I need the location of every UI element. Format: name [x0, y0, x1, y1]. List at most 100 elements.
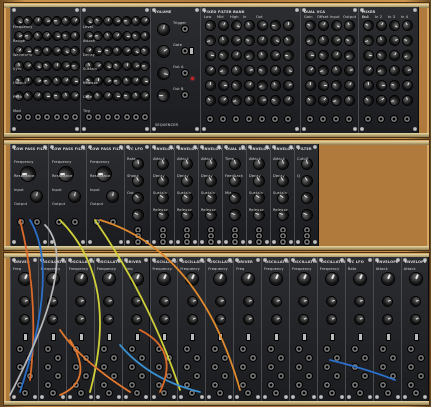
sequencer-knob[interactable]: [92, 90, 105, 102]
filter-knob[interactable]: [401, 64, 413, 76]
sequencer-knob[interactable]: [41, 60, 53, 72]
patch-jack[interactable]: [295, 382, 302, 388]
envelope-knob[interactable]: [131, 208, 145, 222]
resonance-knob[interactable]: [67, 189, 81, 203]
filter-knob[interactable]: [330, 94, 342, 106]
range-switch[interactable]: [385, 333, 391, 341]
range-switch[interactable]: [274, 333, 280, 341]
sequencer-knob[interactable]: [52, 91, 62, 101]
filter-knob[interactable]: [305, 80, 315, 90]
patch-jack[interactable]: [100, 382, 107, 388]
filter-knob[interactable]: [242, 18, 256, 32]
patch-jack[interactable]: [407, 346, 414, 352]
sequencer-knob[interactable]: [42, 76, 53, 86]
sequencer-knob[interactable]: [52, 16, 62, 26]
filter-knob[interactable]: [375, 34, 387, 46]
patch-jack[interactable]: [304, 239, 310, 245]
patch-jack[interactable]: [72, 346, 79, 352]
filter-knob[interactable]: [282, 64, 294, 76]
range-switch[interactable]: [301, 333, 307, 341]
patch-jack[interactable]: [250, 355, 257, 361]
patch-jack[interactable]: [184, 364, 191, 370]
filter-knob[interactable]: [304, 34, 316, 46]
filter-knob[interactable]: [329, 48, 343, 62]
filter-knob[interactable]: [303, 93, 317, 107]
patch-jack[interactable]: [110, 373, 117, 379]
patch-jack[interactable]: [16, 382, 23, 388]
fine-tune-knob[interactable]: [158, 295, 171, 307]
patch-jack[interactable]: [222, 355, 229, 361]
oscillator-frequency-knob[interactable]: [17, 271, 33, 287]
sequencer-knob[interactable]: [71, 76, 80, 86]
sequencer-knob[interactable]: [32, 75, 43, 87]
control-knob[interactable]: [156, 66, 170, 80]
range-switch[interactable]: [50, 333, 56, 341]
filter-knob[interactable]: [283, 50, 293, 60]
filter-knob[interactable]: [361, 18, 375, 32]
sequencer-knob[interactable]: [111, 30, 123, 42]
filter-knob[interactable]: [229, 48, 243, 62]
patch-jack[interactable]: [256, 239, 262, 245]
patch-jack[interactable]: [156, 364, 163, 370]
sequencer-knob[interactable]: [131, 31, 141, 41]
patch-jack[interactable]: [259, 116, 265, 122]
patch-jack[interactable]: [417, 355, 424, 361]
sequencer-knob[interactable]: [122, 16, 132, 26]
envelope-knob[interactable]: [300, 174, 314, 188]
patch-jack[interactable]: [182, 26, 188, 32]
fine-tune-knob[interactable]: [74, 295, 87, 307]
fine-tune-knob[interactable]: [326, 295, 338, 307]
waveform-knob[interactable]: [46, 312, 59, 326]
sequencer-knob[interactable]: [112, 46, 123, 56]
patch-jack[interactable]: [278, 355, 285, 361]
filter-knob[interactable]: [401, 94, 413, 106]
patch-jack[interactable]: [123, 114, 130, 120]
patch-jack[interactable]: [160, 239, 166, 245]
patch-jack[interactable]: [389, 355, 396, 361]
patch-jack[interactable]: [351, 364, 358, 370]
sequencer-knob[interactable]: [103, 16, 113, 26]
filter-knob[interactable]: [203, 18, 217, 32]
filter-knob[interactable]: [342, 78, 356, 92]
envelope-knob[interactable]: [300, 191, 314, 205]
filter-knob[interactable]: [388, 64, 400, 76]
sequencer-knob[interactable]: [112, 76, 123, 86]
patch-jack[interactable]: [220, 116, 226, 122]
filter-knob[interactable]: [330, 34, 342, 46]
fine-tune-knob[interactable]: [186, 295, 199, 307]
patch-jack[interactable]: [114, 114, 121, 120]
resonance-knob[interactable]: [105, 189, 119, 203]
patch-jack[interactable]: [16, 364, 23, 370]
sequencer-knob[interactable]: [23, 31, 34, 41]
filter-knob[interactable]: [217, 34, 229, 46]
patch-jack[interactable]: [166, 373, 173, 379]
oscillator-frequency-knob[interactable]: [296, 271, 312, 287]
patch-jack[interactable]: [240, 382, 247, 388]
sequencer-knob[interactable]: [60, 90, 72, 102]
waveform-knob[interactable]: [325, 312, 338, 326]
sequencer-knob[interactable]: [130, 90, 142, 102]
filter-knob[interactable]: [388, 34, 400, 46]
patch-jack[interactable]: [21, 390, 28, 396]
filter-knob[interactable]: [374, 48, 388, 62]
filter-knob[interactable]: [316, 48, 330, 62]
sequencer-knob[interactable]: [112, 16, 123, 26]
patch-jack[interactable]: [268, 382, 275, 388]
sequencer-knob[interactable]: [102, 90, 114, 102]
filter-knob[interactable]: [242, 78, 256, 92]
sequencer-knob[interactable]: [94, 46, 103, 56]
sequencer-knob[interactable]: [141, 76, 150, 86]
waveform-knob[interactable]: [270, 312, 283, 326]
filter-knob[interactable]: [343, 34, 355, 46]
patch-jack[interactable]: [110, 355, 117, 361]
patch-jack[interactable]: [412, 390, 419, 396]
patch-jack[interactable]: [240, 346, 247, 352]
patch-jack[interactable]: [82, 355, 89, 361]
filter-knob[interactable]: [343, 64, 355, 76]
sequencer-knob[interactable]: [102, 75, 113, 87]
filter-knob[interactable]: [374, 18, 388, 32]
filter-knob[interactable]: [387, 48, 401, 62]
patch-jack[interactable]: [54, 355, 61, 361]
sequencer-knob[interactable]: [43, 91, 52, 101]
filter-knob[interactable]: [255, 48, 269, 62]
